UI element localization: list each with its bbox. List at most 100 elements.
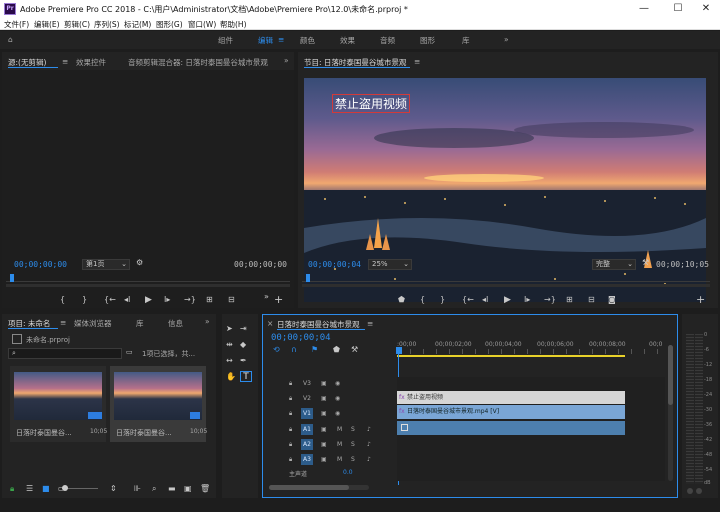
- workspace-menu-icon[interactable]: ≡: [278, 35, 284, 44]
- close-button[interactable]: ✕: [692, 2, 720, 16]
- eye-icon[interactable]: ◉: [335, 380, 340, 387]
- workspace-tab-editing[interactable]: 编辑: [258, 35, 273, 46]
- overwrite-icon[interactable]: ⊟: [228, 295, 235, 305]
- project-tab-menu-icon[interactable]: ≡: [60, 318, 66, 327]
- snap-icon[interactable]: ∩: [291, 345, 297, 355]
- solo-icon[interactable]: S: [351, 456, 355, 463]
- sort-icon[interactable]: ⇕: [110, 484, 117, 494]
- sync-lock-icon[interactable]: ▣: [321, 380, 327, 387]
- timeline-close-icon[interactable]: ×: [267, 319, 273, 328]
- tab-media-browser[interactable]: 媒体浏览器: [74, 318, 112, 329]
- lock-icon[interactable]: 🔒︎: [289, 456, 292, 464]
- project-item-2[interactable]: 日落时泰国曼谷... 10;05: [110, 366, 207, 442]
- mic-icon[interactable]: ♪: [367, 456, 371, 463]
- track-label[interactable]: V1: [301, 408, 313, 419]
- trash-icon[interactable]: 🗑︎: [200, 484, 210, 494]
- menu-edit[interactable]: 编辑(E): [34, 19, 60, 30]
- source-more-icon[interactable]: »: [284, 56, 289, 65]
- sync-lock-icon[interactable]: ▣: [321, 395, 327, 402]
- work-area-bar[interactable]: [397, 355, 625, 357]
- workspace-tab-effects[interactable]: 效果: [340, 35, 355, 46]
- minimize-button[interactable]: —: [630, 2, 658, 16]
- step-forward-icon[interactable]: I▸: [164, 295, 170, 305]
- audio-clip[interactable]: [397, 421, 625, 435]
- source-timecode-left[interactable]: 00;00;00;00: [14, 260, 67, 269]
- thumb-size-slider[interactable]: [62, 485, 98, 491]
- source-zoom-bar[interactable]: [6, 284, 290, 287]
- source-settings-icon[interactable]: ⚙: [136, 258, 143, 268]
- go-to-in-icon[interactable]: {←: [104, 295, 116, 305]
- go-to-out-icon[interactable]: →}: [184, 295, 196, 305]
- timeline-menu-icon[interactable]: ≡: [367, 319, 373, 328]
- timeline-ruler[interactable]: :00;00 00;00;02;00 00;00;04;00 00;00;06;…: [397, 337, 665, 359]
- program-scrubber[interactable]: [302, 274, 710, 282]
- mic-icon[interactable]: ♪: [367, 441, 371, 448]
- lock-icon[interactable]: 🔒︎: [289, 410, 292, 418]
- video-clip[interactable]: fx 日落时泰国曼谷城市景观.mp4 [V]: [397, 405, 625, 419]
- workspace-more-icon[interactable]: »: [504, 35, 509, 44]
- sync-lock-icon[interactable]: ▣: [321, 456, 327, 463]
- menu-marker[interactable]: 标记(M): [124, 19, 151, 30]
- program-menu-icon[interactable]: ≡: [414, 57, 420, 66]
- play-icon[interactable]: ▶: [504, 295, 511, 305]
- track-select-tool-icon[interactable]: ⇥: [240, 324, 247, 334]
- source-tab-menu-icon[interactable]: ≡: [62, 57, 68, 66]
- go-to-in-icon[interactable]: {←: [462, 295, 474, 305]
- razor-tool-icon[interactable]: ◆: [240, 340, 246, 350]
- eye-icon[interactable]: ◉: [335, 395, 340, 402]
- timeline-settings-icon[interactable]: ⚒: [351, 345, 358, 355]
- track-label[interactable]: A1: [301, 424, 313, 435]
- mark-out-icon[interactable]: }: [440, 295, 445, 305]
- icon-view-icon[interactable]: ■: [42, 484, 50, 494]
- maximize-button[interactable]: ☐: [664, 2, 692, 16]
- slider-handle[interactable]: [62, 485, 68, 491]
- mute-icon[interactable]: M: [337, 426, 342, 433]
- program-playhead[interactable]: [306, 274, 310, 282]
- master-value[interactable]: 0.0: [343, 469, 353, 476]
- page-select[interactable]: 第1页 ⌄: [82, 259, 130, 270]
- workspace-tab-assembly[interactable]: 组件: [218, 35, 233, 46]
- workspace-tab-graphics[interactable]: 图形: [420, 35, 435, 46]
- graphic-clip[interactable]: fx 禁止盗用视频: [397, 391, 625, 404]
- step-back-icon[interactable]: ◂I: [124, 295, 130, 305]
- timeline-h-scroll[interactable]: [269, 485, 369, 490]
- menu-graphics[interactable]: 图形(G): [156, 19, 183, 30]
- add-button-icon[interactable]: +: [274, 294, 283, 305]
- extract-icon[interactable]: ⊟: [588, 295, 595, 305]
- menu-sequence[interactable]: 序列(S): [94, 19, 120, 30]
- sync-lock-icon[interactable]: ▣: [321, 426, 327, 433]
- project-more-icon[interactable]: »: [205, 317, 210, 326]
- mute-icon[interactable]: M: [337, 456, 342, 463]
- zoom-select[interactable]: 25% ⌄: [368, 259, 412, 270]
- tab-effect-controls[interactable]: 效果控件: [76, 57, 106, 68]
- tab-libraries[interactable]: 库: [136, 318, 144, 329]
- automate-icon[interactable]: ⊪: [134, 484, 141, 494]
- go-to-out-icon[interactable]: →}: [544, 295, 556, 305]
- sync-lock-icon[interactable]: ▣: [321, 410, 327, 417]
- mark-in-icon[interactable]: {: [60, 295, 65, 305]
- workspace-tab-color[interactable]: 颜色: [300, 35, 315, 46]
- solo-icon[interactable]: S: [351, 426, 355, 433]
- scroll-thumb[interactable]: [269, 485, 349, 490]
- pen-tool-icon[interactable]: ✒: [240, 356, 247, 366]
- list-view-icon[interactable]: ☰: [26, 484, 33, 494]
- add-button-icon[interactable]: +: [696, 294, 705, 305]
- track-label[interactable]: A3: [301, 454, 313, 465]
- source-playhead[interactable]: [10, 274, 14, 282]
- new-bin-icon[interactable]: ▬: [168, 484, 176, 494]
- lock-icon[interactable]: 🔒︎: [289, 426, 292, 434]
- insert-icon[interactable]: ⊞: [206, 295, 213, 305]
- new-bin-icon[interactable]: ▭: [126, 348, 133, 356]
- lift-icon[interactable]: ⊞: [566, 295, 573, 305]
- program-video-frame[interactable]: 禁止盗用视频: [304, 78, 706, 302]
- mark-out-icon[interactable]: }: [82, 295, 87, 305]
- scroll-thumb[interactable]: [668, 345, 673, 405]
- hand-tool-icon[interactable]: ✋: [226, 372, 236, 382]
- lock-icon[interactable]: 🔒︎: [10, 484, 14, 494]
- nest-icon[interactable]: ⟲: [273, 345, 280, 355]
- eye-icon[interactable]: ◉: [335, 410, 340, 417]
- solo-right-button[interactable]: [696, 488, 702, 494]
- workspace-tab-libraries[interactable]: 库: [462, 35, 470, 46]
- timeline-timecode[interactable]: 00;00;00;04: [271, 333, 331, 343]
- solo-icon[interactable]: S: [351, 441, 355, 448]
